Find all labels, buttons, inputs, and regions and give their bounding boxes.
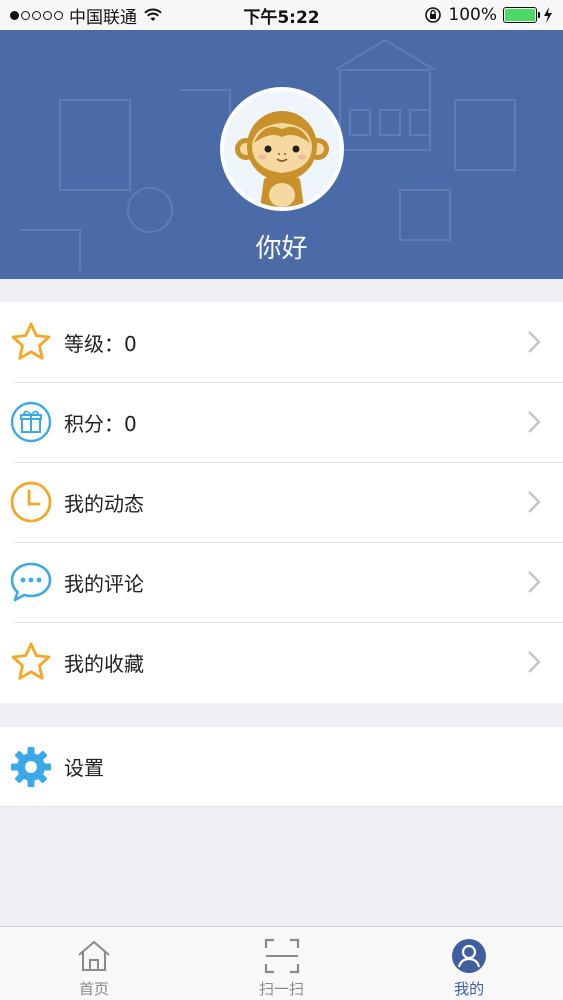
- tab-label: 扫一扫: [259, 980, 305, 998]
- settings-group: 设置: [0, 727, 563, 806]
- signal-strength-icon: [10, 10, 63, 20]
- menu-item-label: 我的动态: [64, 491, 144, 516]
- home-icon: [75, 937, 113, 975]
- tab-mine[interactable]: 我的: [375, 927, 563, 1000]
- star-icon: [9, 640, 53, 684]
- monkey-avatar-icon: [224, 91, 340, 207]
- chevron-right-icon: [528, 651, 541, 673]
- wifi-icon: [144, 8, 162, 21]
- menu-item-label: 我的评论: [64, 571, 144, 596]
- menu-item-points[interactable]: 积分：0: [0, 382, 563, 462]
- chevron-right-icon: [528, 331, 541, 353]
- battery-icon: [503, 7, 540, 23]
- battery-percent: 100%: [448, 5, 497, 25]
- tab-label: 首页: [78, 980, 109, 998]
- menu-item-label: 积分：0: [64, 411, 137, 436]
- status-bar: 中国联通 下午5:22 100%: [0, 0, 563, 30]
- tab-home[interactable]: 首页: [0, 927, 188, 1000]
- chat-bubble-icon: [9, 560, 53, 604]
- gift-icon: [9, 400, 53, 444]
- status-bar-left: 中国联通: [10, 3, 163, 28]
- chevron-right-icon: [528, 491, 541, 513]
- menu-item-my-activity[interactable]: 我的动态: [0, 462, 563, 542]
- tab-label: 我的: [454, 980, 485, 998]
- charging-bolt-icon: [544, 7, 552, 23]
- clock-icon: [9, 480, 53, 524]
- avatar[interactable]: [220, 87, 344, 211]
- menu-item-level[interactable]: 等级：0: [0, 302, 563, 382]
- settings-label: 设置: [64, 756, 104, 780]
- user-icon: [450, 937, 488, 975]
- chevron-right-icon: [528, 571, 541, 593]
- scan-icon: [263, 937, 301, 975]
- menu-list: 等级：0 积分：0 我的动态 我的评论 我的收藏: [0, 302, 563, 703]
- menu-item-label: 我的收藏: [64, 651, 144, 676]
- menu-item-label: 等级：0: [64, 331, 137, 356]
- greeting-text: 你好: [255, 234, 308, 264]
- gear-icon: [9, 745, 53, 789]
- divider: [0, 806, 563, 807]
- status-bar-right: 100%: [424, 5, 553, 25]
- menu-item-settings[interactable]: 设置: [0, 727, 563, 806]
- menu-item-my-favorites[interactable]: 我的收藏: [0, 622, 563, 702]
- carrier-name: 中国联通: [69, 7, 137, 28]
- star-icon: [9, 320, 53, 364]
- chevron-right-icon: [528, 411, 541, 433]
- tab-bar: 首页 扫一扫 我的: [0, 926, 563, 1000]
- tab-scan[interactable]: 扫一扫: [188, 927, 376, 1000]
- menu-item-my-comments[interactable]: 我的评论: [0, 542, 563, 622]
- orientation-lock-icon: [425, 7, 442, 23]
- profile-header: 你好: [0, 30, 563, 279]
